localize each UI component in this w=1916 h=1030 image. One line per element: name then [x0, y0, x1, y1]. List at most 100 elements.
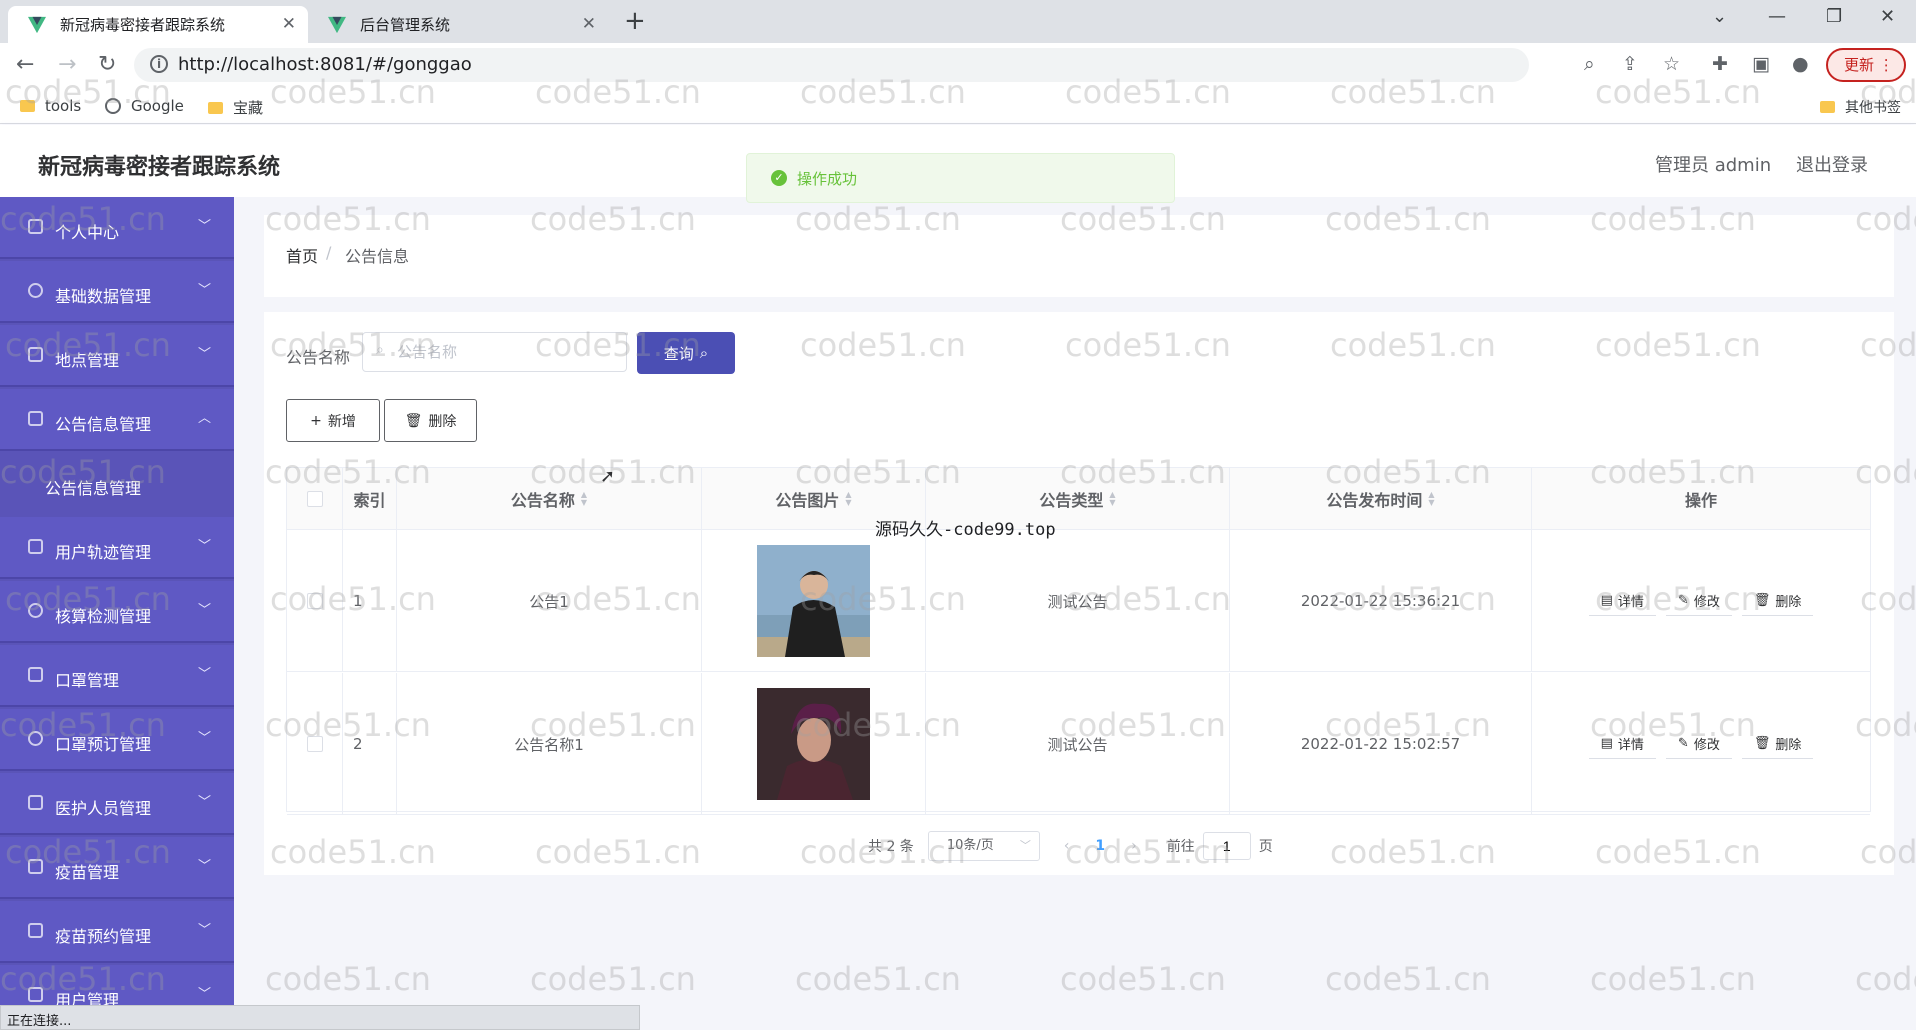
chevron-down-icon: ﹀	[198, 219, 212, 234]
breadcrumb-home[interactable]: 首页	[286, 243, 318, 267]
page-size-select[interactable]: 10条/页 ﹀	[927, 831, 1040, 861]
page-suffix: 页	[1258, 839, 1273, 855]
edit-button[interactable]: ✎ 修改	[1665, 586, 1732, 616]
row-checkbox[interactable]	[306, 736, 323, 752]
sidebar-item-label: 公告信息管理	[55, 415, 152, 434]
trash-icon: 🗑	[404, 412, 423, 429]
sort-icon[interactable]: ▲ ▼	[1109, 490, 1115, 507]
goto-page-input[interactable]	[1202, 832, 1251, 860]
new-tab-icon[interactable]: +	[624, 6, 646, 36]
sidebar-item-medical-staff[interactable]: 医护人员管理 ﹀	[0, 773, 234, 835]
sidebar-item-trajectory[interactable]: 用户轨迹管理 ﹀	[0, 517, 234, 579]
edit-button[interactable]: ✎ 修改	[1665, 729, 1732, 759]
browser-tab-inactive[interactable]: 后台管理系统 ✕	[308, 6, 608, 43]
delete-button[interactable]: 🗑 删除	[1741, 729, 1814, 759]
search-input[interactable]	[362, 332, 627, 372]
bag-icon	[28, 667, 43, 682]
tab-close-icon[interactable]: ✕	[282, 14, 296, 34]
sort-icon[interactable]: ▲ ▼	[581, 490, 587, 507]
sidebar-item-profile[interactable]: 个人中心 ﹀	[0, 197, 234, 259]
bookmark-google[interactable]: Google	[105, 97, 184, 115]
name-value: 公告名称1	[514, 735, 584, 754]
sidebar-item-mask-order[interactable]: 口罩预订管理 ﹀	[0, 709, 234, 771]
column-header-actions: 操作	[1532, 468, 1870, 530]
sidebar-item-label: 基础数据管理	[55, 287, 152, 306]
extensions-icon[interactable]: ✚	[1712, 53, 1728, 75]
search-icon: ⌕	[376, 342, 384, 358]
status-text: 正在连接...	[7, 1014, 72, 1029]
check-circle-icon: ✓	[771, 170, 787, 186]
sidebar-subitem-notice[interactable]: 公告信息管理	[0, 453, 234, 515]
row-checkbox[interactable]	[306, 593, 323, 609]
column-label: 公告图片	[775, 490, 840, 510]
browser-tab-active[interactable]: 新冠病毒密接者跟踪系统 ✕	[8, 6, 308, 43]
time-value: 2022-01-22 15:02:57	[1300, 735, 1461, 753]
forward-icon[interactable]: →	[58, 52, 76, 77]
sidebar-item-mask[interactable]: 口罩管理 ﹀	[0, 645, 234, 707]
cell-actions: ▤ 详情 ✎ 修改 🗑 删除	[1532, 530, 1870, 672]
admin-label: 管理员 admin	[1655, 155, 1772, 176]
bulk-delete-button[interactable]: 🗑 删除	[384, 399, 477, 442]
profile-icon[interactable]: ●	[1792, 53, 1809, 75]
sidebar-item-basic-data[interactable]: 基础数据管理 ﹀	[0, 261, 234, 323]
sidebar-item-vaccine-booking[interactable]: 疫苗预约管理 ﹀	[0, 901, 234, 963]
table-row: 2 公告名称1 测试公告 2022-01-22 15:02:57 ▤ 详情 ✎ 修改…	[287, 673, 1870, 815]
breadcrumb-separator: /	[326, 243, 332, 262]
index-value: 1	[353, 592, 363, 610]
notice-image-thumbnail[interactable]	[757, 545, 870, 657]
chevron-down-icon: ﹀	[198, 795, 212, 810]
share-icon[interactable]: ⇪	[1622, 53, 1638, 75]
prev-page-icon[interactable]: ‹	[1064, 838, 1070, 854]
column-label: 索引	[353, 490, 386, 510]
sidepanel-icon[interactable]: ▣	[1752, 53, 1770, 75]
user-icon	[28, 219, 43, 234]
column-label: 公告类型	[1039, 490, 1104, 510]
column-header-time[interactable]: 公告发布时间 ▲ ▼	[1230, 468, 1532, 530]
close-window-icon[interactable]: ✕	[1880, 6, 1895, 27]
cell-actions: ▤ 详情 ✎ 修改 🗑 删除	[1532, 673, 1870, 815]
bookmark-other[interactable]: 其他书签	[1820, 97, 1901, 117]
delete-button[interactable]: 🗑 删除	[1741, 586, 1814, 616]
aperture-icon	[28, 603, 43, 618]
column-header-name[interactable]: 公告名称 ▲ ▼	[397, 468, 702, 530]
sort-icon[interactable]: ▲ ▼	[845, 490, 851, 507]
back-icon[interactable]: ←	[16, 52, 34, 77]
page-number-current[interactable]: 1	[1095, 838, 1105, 854]
total-count: 共 2 条	[868, 839, 914, 855]
sidebar-item-testing[interactable]: 核算检测管理 ﹀	[0, 581, 234, 643]
bookmark-baozang[interactable]: 宝藏	[208, 97, 263, 118]
detail-button[interactable]: ▤ 详情	[1588, 586, 1656, 616]
chevron-up-icon: ︿	[198, 411, 212, 426]
sidebar-item-location[interactable]: 地点管理 ﹀	[0, 325, 234, 387]
maximize-icon[interactable]: ❐	[1826, 6, 1842, 27]
chevron-down-icon: ﹀	[198, 603, 212, 618]
tab-close-icon[interactable]: ✕	[582, 14, 596, 34]
sidebar-item-vaccine[interactable]: 疫苗管理 ﹀	[0, 837, 234, 899]
address-bar[interactable]: i http://localhost:8081/#/gonggao	[134, 48, 1529, 82]
zoom-icon[interactable]: ⌕	[1584, 53, 1595, 75]
notice-image-thumbnail[interactable]	[757, 688, 870, 800]
tab-title: 新冠病毒密接者跟踪系统	[60, 16, 226, 34]
goto-label: 前往	[1166, 839, 1195, 855]
reload-icon[interactable]: ↻	[98, 52, 116, 77]
select-all-checkbox[interactable]	[306, 490, 323, 507]
query-button[interactable]: 查询 ⌕	[637, 332, 735, 374]
logout-link[interactable]: 退出登录	[1796, 151, 1868, 177]
url-text[interactable]: http://localhost:8081/#/gonggao	[178, 54, 472, 75]
document-icon: ▤	[1600, 736, 1613, 751]
sort-icon[interactable]: ▲ ▼	[1428, 490, 1434, 507]
sidebar-item-notice[interactable]: 公告信息管理 ︿	[0, 389, 234, 451]
minimize-icon[interactable]: —	[1768, 6, 1786, 27]
bookmark-tools[interactable]: tools	[20, 97, 81, 115]
update-button[interactable]: 更新 ⋮	[1826, 48, 1906, 82]
type-value: 测试公告	[1047, 592, 1108, 611]
site-info-icon[interactable]: i	[150, 55, 168, 73]
toast-text: 操作成功	[797, 169, 858, 188]
bookmark-label: Google	[131, 97, 184, 115]
detail-button[interactable]: ▤ 详情	[1588, 729, 1656, 759]
star-icon[interactable]: ☆	[1663, 53, 1680, 75]
tab-search-icon[interactable]: ⌄	[1712, 6, 1727, 27]
sidebar-item-label: 疫苗管理	[55, 863, 120, 882]
add-button[interactable]: + 新增	[286, 399, 380, 442]
next-page-icon[interactable]: ›	[1131, 838, 1137, 854]
